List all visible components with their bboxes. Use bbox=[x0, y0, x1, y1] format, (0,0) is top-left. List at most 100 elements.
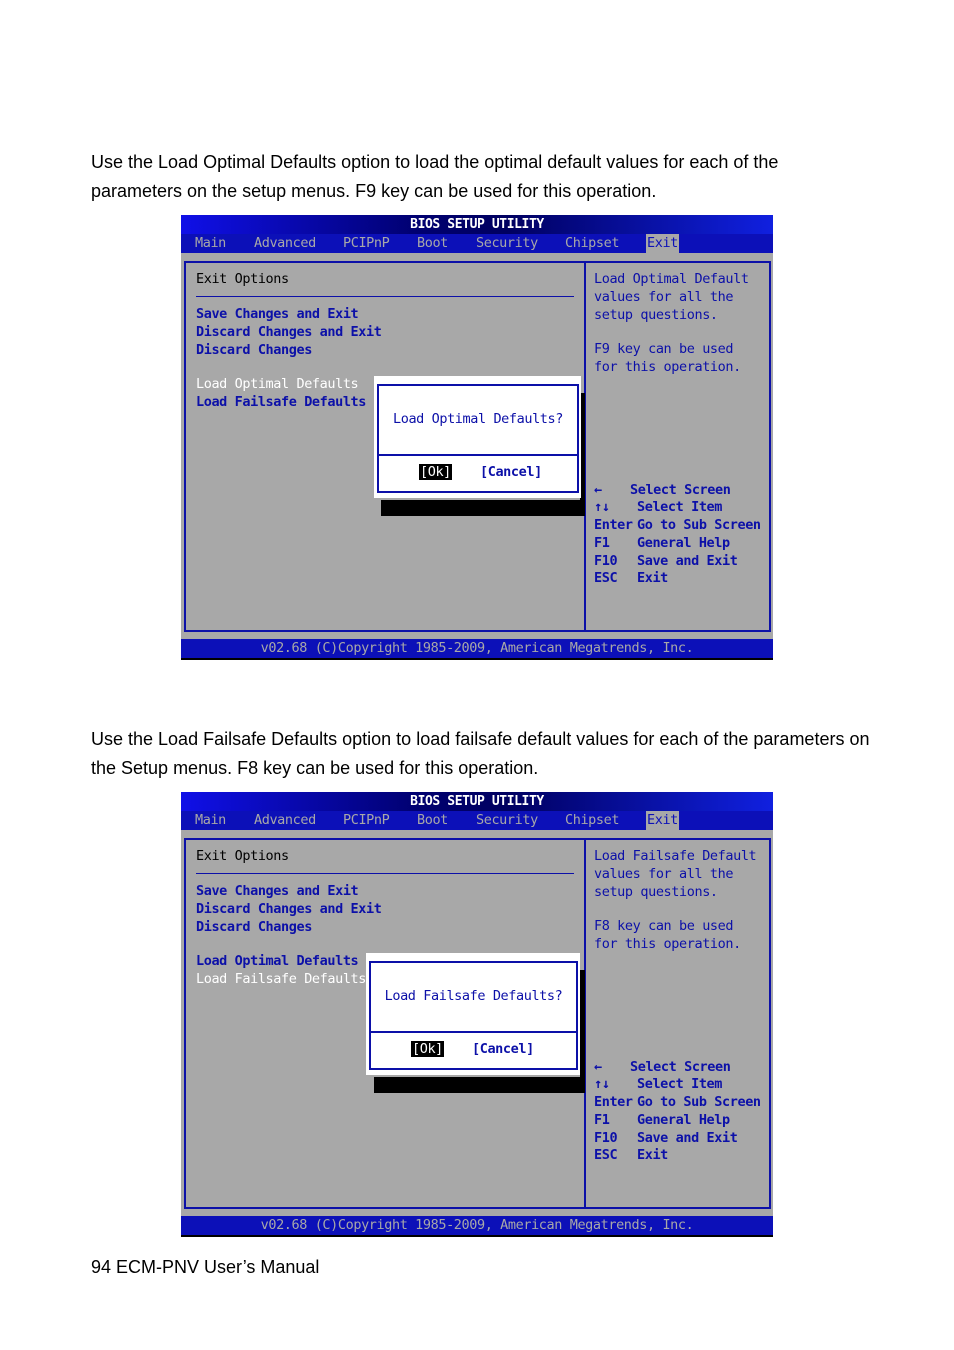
copyright-status-bar: v02.68 (C)Copyright 1985-2009, American … bbox=[181, 639, 773, 660]
key-action: General Help bbox=[637, 1112, 730, 1128]
key-name: ESC bbox=[594, 1147, 618, 1163]
help-text: for this operation. bbox=[594, 359, 741, 375]
key-action: Save and Exit bbox=[637, 1130, 738, 1146]
menu-pcipnp[interactable]: PCIPnP bbox=[342, 234, 390, 253]
key-action: Exit bbox=[637, 1147, 668, 1163]
key-legend-row: F10 Save and Exit bbox=[594, 1130, 738, 1146]
help-text: Load Failsafe Default bbox=[594, 848, 757, 864]
key-legend-row: ← Select Screen bbox=[594, 1059, 731, 1075]
option-discard-changes[interactable]: Discard Changes bbox=[196, 919, 312, 935]
ok-button[interactable]: [Ok] bbox=[411, 1041, 444, 1057]
key-left-arrow-icon: ← bbox=[594, 482, 602, 498]
key-action: Save and Exit bbox=[637, 553, 738, 569]
bios-menu-bar: Main Advanced PCIPnP Boot Security Chips… bbox=[181, 234, 773, 253]
panel-divider bbox=[196, 296, 574, 297]
dialog-shadow bbox=[381, 500, 585, 516]
dialog-shadow bbox=[580, 970, 585, 1093]
page-footer: 94 ECM-PNV User’s Manual bbox=[91, 1257, 320, 1277]
menu-advanced[interactable]: Advanced bbox=[253, 811, 317, 830]
key-legend-row: Enter Go to Sub Screen bbox=[594, 1094, 761, 1110]
ok-button[interactable]: [Ok] bbox=[419, 464, 452, 480]
intro-paragraph-failsafe: Use the Load Failsafe Defaults option to… bbox=[91, 729, 870, 778]
key-updown-arrow-icon: ↑↓ bbox=[594, 1076, 610, 1092]
option-save-changes-and-exit[interactable]: Save Changes and Exit bbox=[196, 306, 359, 322]
key-legend-row: ← Select Screen bbox=[594, 482, 731, 498]
help-text: setup questions. bbox=[594, 307, 718, 323]
help-text: values for all the bbox=[594, 866, 734, 882]
help-panel: Load Failsafe Default values for all the… bbox=[584, 838, 771, 1209]
menu-security[interactable]: Security bbox=[475, 234, 539, 253]
key-name: F1 bbox=[594, 535, 610, 551]
bios-menu-bar: Main Advanced PCIPnP Boot Security Chips… bbox=[181, 811, 773, 830]
option-discard-changes[interactable]: Discard Changes bbox=[196, 342, 312, 358]
help-text: F8 key can be used bbox=[594, 918, 734, 934]
key-name: ESC bbox=[594, 570, 618, 586]
menu-main[interactable]: Main bbox=[194, 234, 227, 253]
menu-boot[interactable]: Boot bbox=[416, 811, 449, 830]
key-action: General Help bbox=[637, 535, 730, 551]
key-action: Select Item bbox=[637, 1076, 723, 1092]
option-discard-changes-and-exit[interactable]: Discard Changes and Exit bbox=[196, 324, 382, 340]
panel-divider bbox=[196, 873, 574, 874]
copyright-status-bar: v02.68 (C)Copyright 1985-2009, American … bbox=[181, 1216, 773, 1237]
key-name: F1 bbox=[594, 1112, 610, 1128]
key-left-arrow-icon: ← bbox=[594, 1059, 602, 1075]
dialog-question: Load Failsafe Defaults? bbox=[384, 988, 563, 1004]
help-text: for this operation. bbox=[594, 936, 741, 952]
option-save-changes-and-exit[interactable]: Save Changes and Exit bbox=[196, 883, 359, 899]
key-legend-row: F10 Save and Exit bbox=[594, 553, 738, 569]
menu-exit[interactable]: Exit bbox=[646, 811, 679, 830]
option-load-optimal-defaults[interactable]: Load Optimal Defaults bbox=[196, 953, 359, 969]
key-legend-row: ESC Exit bbox=[594, 1147, 668, 1163]
key-action: Go to Sub Screen bbox=[637, 517, 761, 533]
bios-screen-failsafe: BIOS SETUP UTILITY Main Advanced PCIPnP … bbox=[181, 792, 773, 1237]
help-panel: Load Optimal Default values for all the … bbox=[584, 261, 771, 632]
key-name: Enter bbox=[594, 517, 633, 533]
menu-security[interactable]: Security bbox=[475, 811, 539, 830]
option-load-failsafe-defaults[interactable]: Load Failsafe Defaults bbox=[196, 394, 366, 410]
menu-boot[interactable]: Boot bbox=[416, 234, 449, 253]
key-name: F10 bbox=[594, 1130, 618, 1146]
key-legend-row: ↑↓ Select Item bbox=[594, 1076, 722, 1092]
help-text: setup questions. bbox=[594, 884, 718, 900]
key-legend-row: Enter Go to Sub Screen bbox=[594, 517, 761, 533]
panel-title: Exit Options bbox=[196, 848, 289, 864]
key-action: Go to Sub Screen bbox=[637, 1094, 761, 1110]
menu-main[interactable]: Main bbox=[194, 811, 227, 830]
bios-title: BIOS SETUP UTILITY bbox=[181, 792, 773, 811]
dialog-divider bbox=[371, 1031, 576, 1033]
bios-title: BIOS SETUP UTILITY bbox=[181, 215, 773, 234]
key-legend-row: ↑↓ Select Item bbox=[594, 499, 722, 515]
key-name: F10 bbox=[594, 553, 618, 569]
menu-exit[interactable]: Exit bbox=[646, 234, 679, 253]
dialog-frame: Load Failsafe Defaults? [Ok] [Cancel] bbox=[369, 961, 578, 1070]
cancel-button[interactable]: [Cancel] bbox=[472, 1041, 534, 1057]
menu-chipset[interactable]: Chipset bbox=[564, 234, 620, 253]
dialog-shadow bbox=[374, 1077, 585, 1093]
key-legend-row: ESC Exit bbox=[594, 570, 668, 586]
key-updown-arrow-icon: ↑↓ bbox=[594, 499, 610, 515]
panel-title: Exit Options bbox=[196, 271, 289, 287]
help-text: F9 key can be used bbox=[594, 341, 734, 357]
key-action: Select Screen bbox=[630, 482, 731, 498]
bios-screen-optimal: BIOS SETUP UTILITY Main Advanced PCIPnP … bbox=[181, 215, 773, 660]
dialog-divider bbox=[379, 454, 577, 456]
option-load-failsafe-defaults[interactable]: Load Failsafe Defaults bbox=[196, 971, 366, 987]
key-action: Select Screen bbox=[630, 1059, 731, 1075]
help-text: values for all the bbox=[594, 289, 734, 305]
menu-pcipnp[interactable]: PCIPnP bbox=[342, 811, 390, 830]
help-text: Load Optimal Default bbox=[594, 271, 749, 287]
intro-paragraph-optimal: Use the Load Optimal Defaults option to … bbox=[91, 152, 779, 201]
option-discard-changes-and-exit[interactable]: Discard Changes and Exit bbox=[196, 901, 382, 917]
key-legend-row: F1 General Help bbox=[594, 535, 730, 551]
cancel-button[interactable]: [Cancel] bbox=[480, 464, 542, 480]
key-legend-row: F1 General Help bbox=[594, 1112, 730, 1128]
option-load-optimal-defaults[interactable]: Load Optimal Defaults bbox=[196, 376, 359, 392]
confirm-dialog: Load Optimal Defaults? [Ok] [Cancel] bbox=[374, 376, 581, 498]
dialog-question: Load Optimal Defaults? bbox=[392, 411, 563, 427]
menu-advanced[interactable]: Advanced bbox=[253, 234, 317, 253]
menu-chipset[interactable]: Chipset bbox=[564, 811, 620, 830]
dialog-frame: Load Optimal Defaults? [Ok] [Cancel] bbox=[377, 384, 579, 493]
key-name: Enter bbox=[594, 1094, 633, 1110]
confirm-dialog: Load Failsafe Defaults? [Ok] [Cancel] bbox=[366, 953, 580, 1075]
